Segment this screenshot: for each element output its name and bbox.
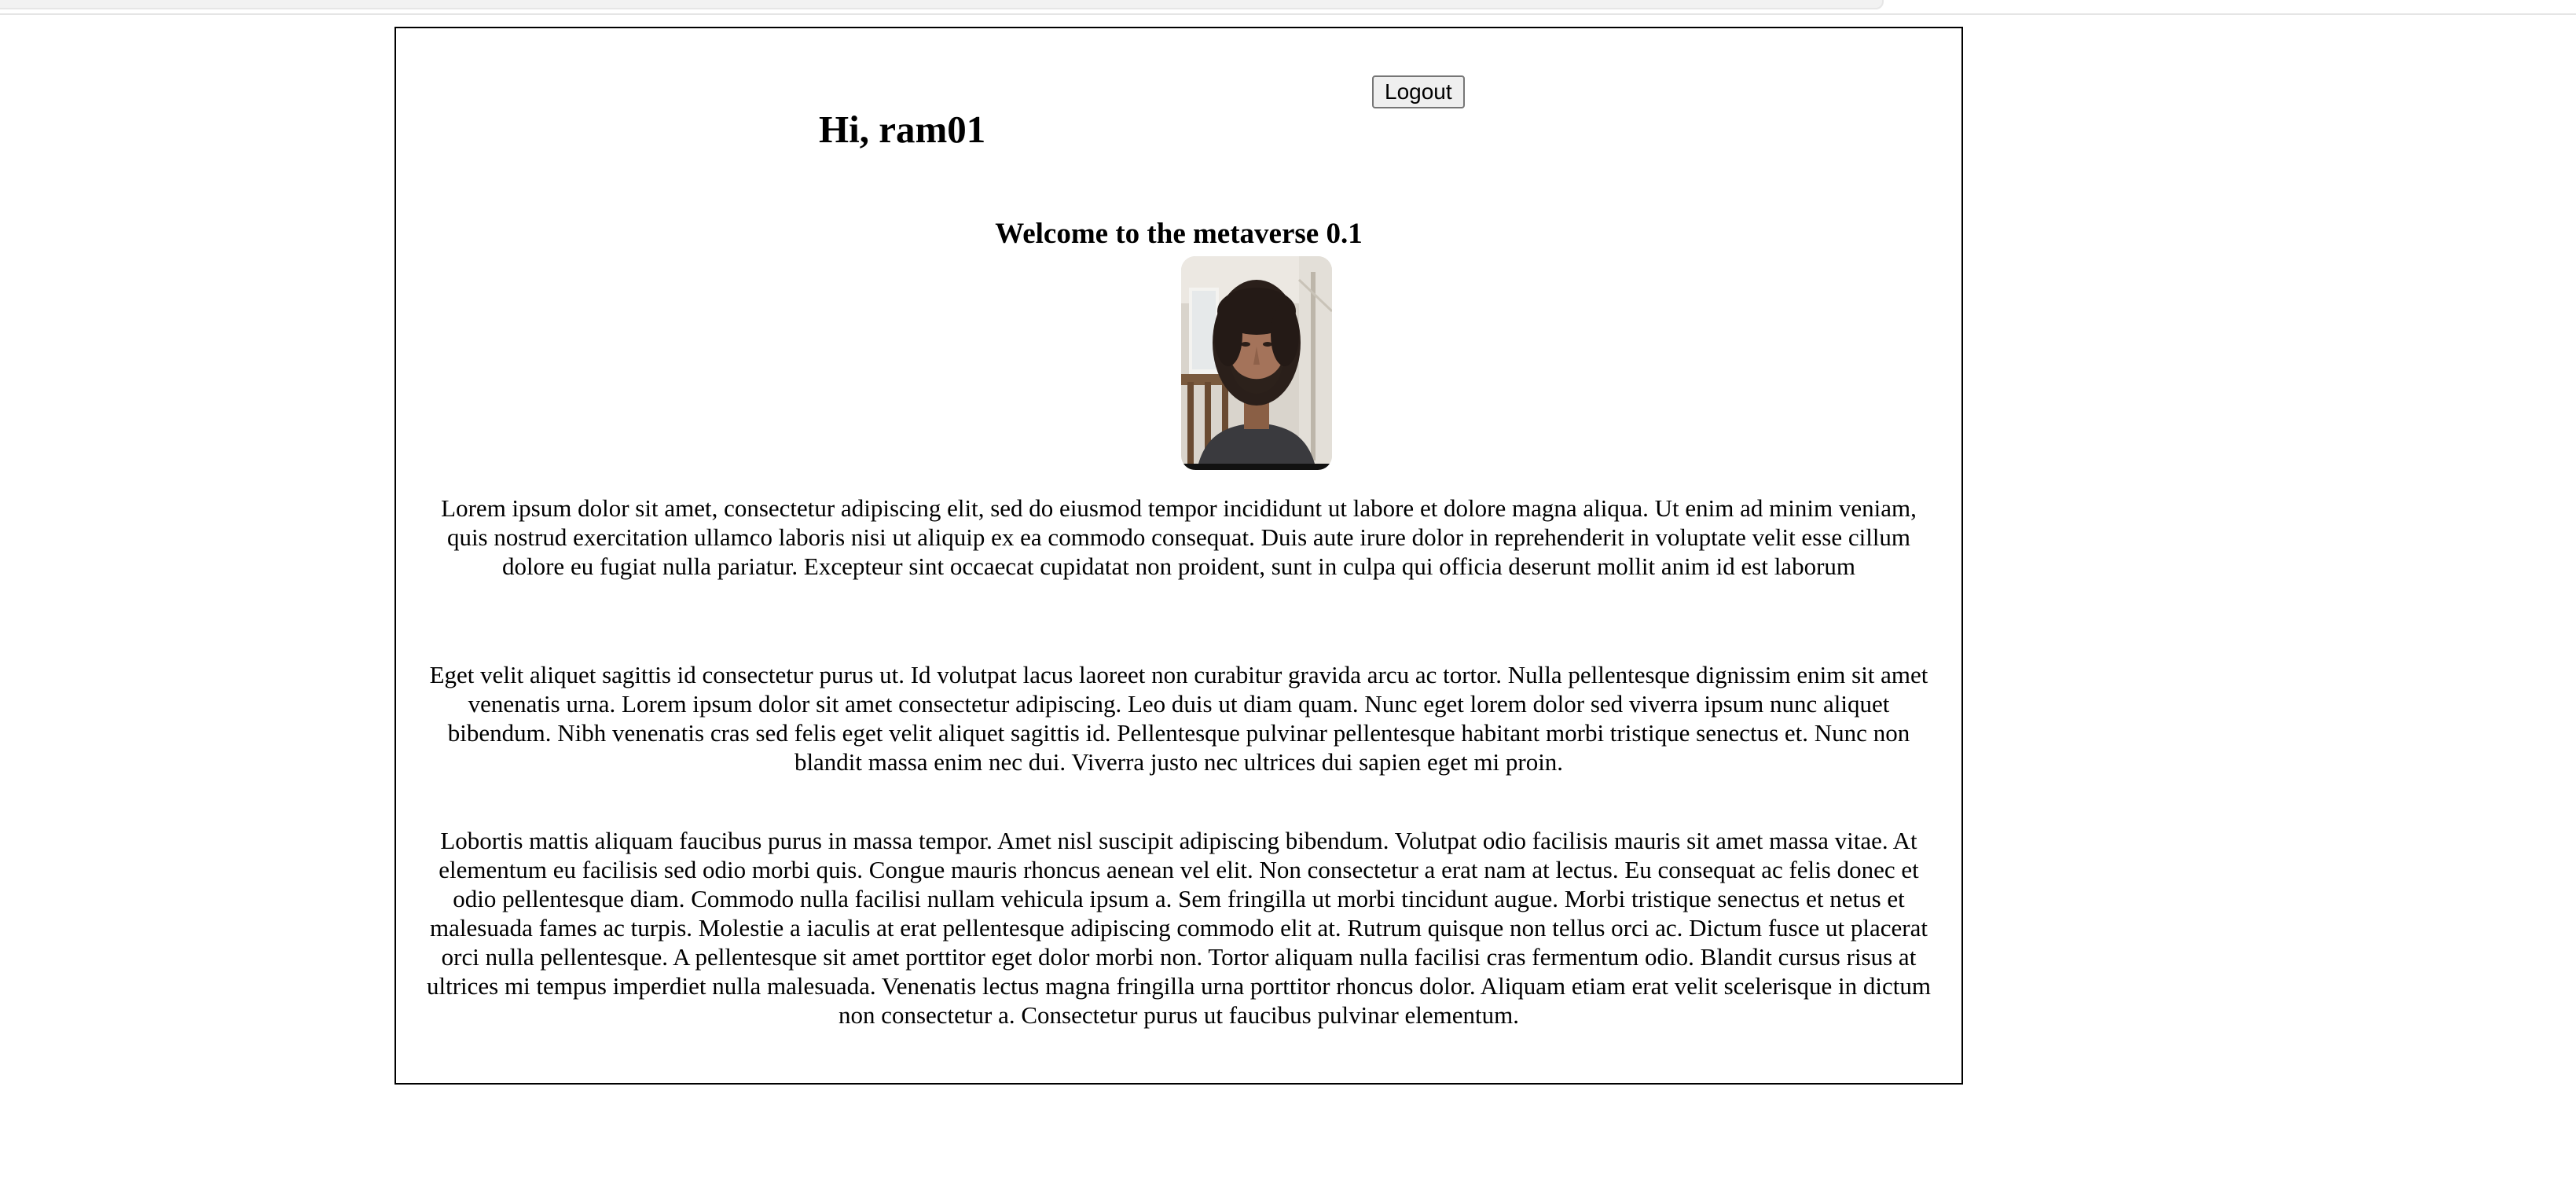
greeting-heading: Hi, ram01 — [819, 108, 986, 151]
closing-paragraph: Lobortis mattis aliquam faucibus purus i… — [426, 827, 1932, 1029]
user-photo-icon — [1181, 256, 1332, 470]
intro-paragraph: Lorem ipsum dolor sit amet, consectetur … — [441, 494, 1917, 580]
address-bar-edge — [0, 0, 1884, 9]
logout-button[interactable]: Logout — [1372, 75, 1465, 108]
browser-top-strip — [0, 0, 2576, 15]
toolbar-divider — [0, 13, 2576, 15]
body-paragraph: Eget velit aliquet sagittis id consectet… — [429, 661, 1928, 776]
content-card: Hi, ram01 Logout Welcome to the metavers… — [394, 27, 1963, 1085]
welcome-heading: Welcome to the metaverse 0.1 — [995, 218, 1363, 250]
